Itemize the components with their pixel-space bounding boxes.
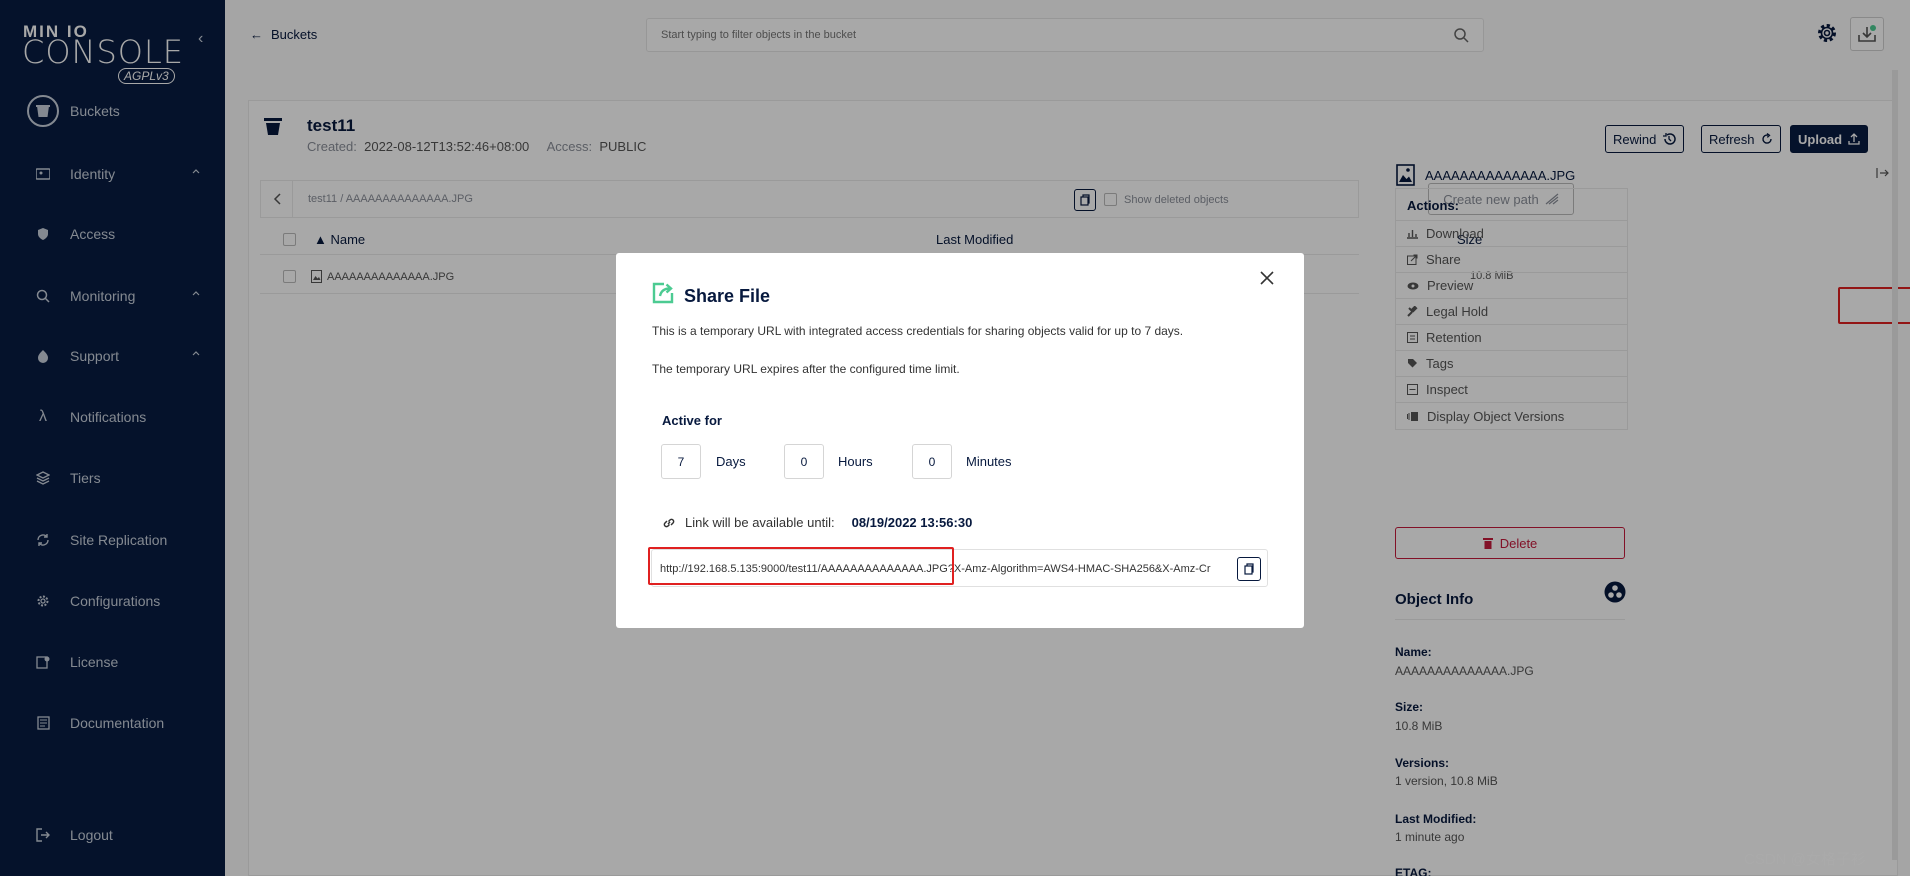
share-icon — [652, 282, 674, 304]
dialog-description: This is a temporary URL with integrated … — [652, 324, 1184, 338]
days-input[interactable]: 7 — [661, 444, 701, 479]
copy-url-button[interactable] — [1237, 557, 1261, 581]
close-icon[interactable] — [1260, 271, 1274, 285]
minutes-input[interactable]: 0 — [912, 444, 952, 479]
link-label: Link will be available until: — [685, 515, 835, 530]
dialog-title: Share File — [684, 286, 771, 306]
dialog-expiry-note: The temporary URL expires after the conf… — [652, 362, 960, 376]
share-file-dialog: Share File This is a temporary URL with … — [616, 253, 1304, 628]
link-icon — [663, 518, 675, 527]
hours-label: Hours — [838, 454, 873, 469]
watermark: CSDN @女格子衫 — [1744, 851, 1866, 868]
highlight-url — [648, 547, 954, 585]
link-availability: Link will be available until: 08/19/2022… — [662, 515, 972, 530]
copy-icon — [1244, 563, 1254, 575]
active-for-label: Active for — [662, 413, 722, 428]
link-expiry-date: 08/19/2022 13:56:30 — [851, 515, 973, 530]
minutes-label: Minutes — [966, 454, 1012, 469]
days-label: Days — [716, 454, 746, 469]
modal-backdrop[interactable]: Share File This is a temporary URL with … — [0, 0, 1910, 876]
hours-input[interactable]: 0 — [784, 444, 824, 479]
